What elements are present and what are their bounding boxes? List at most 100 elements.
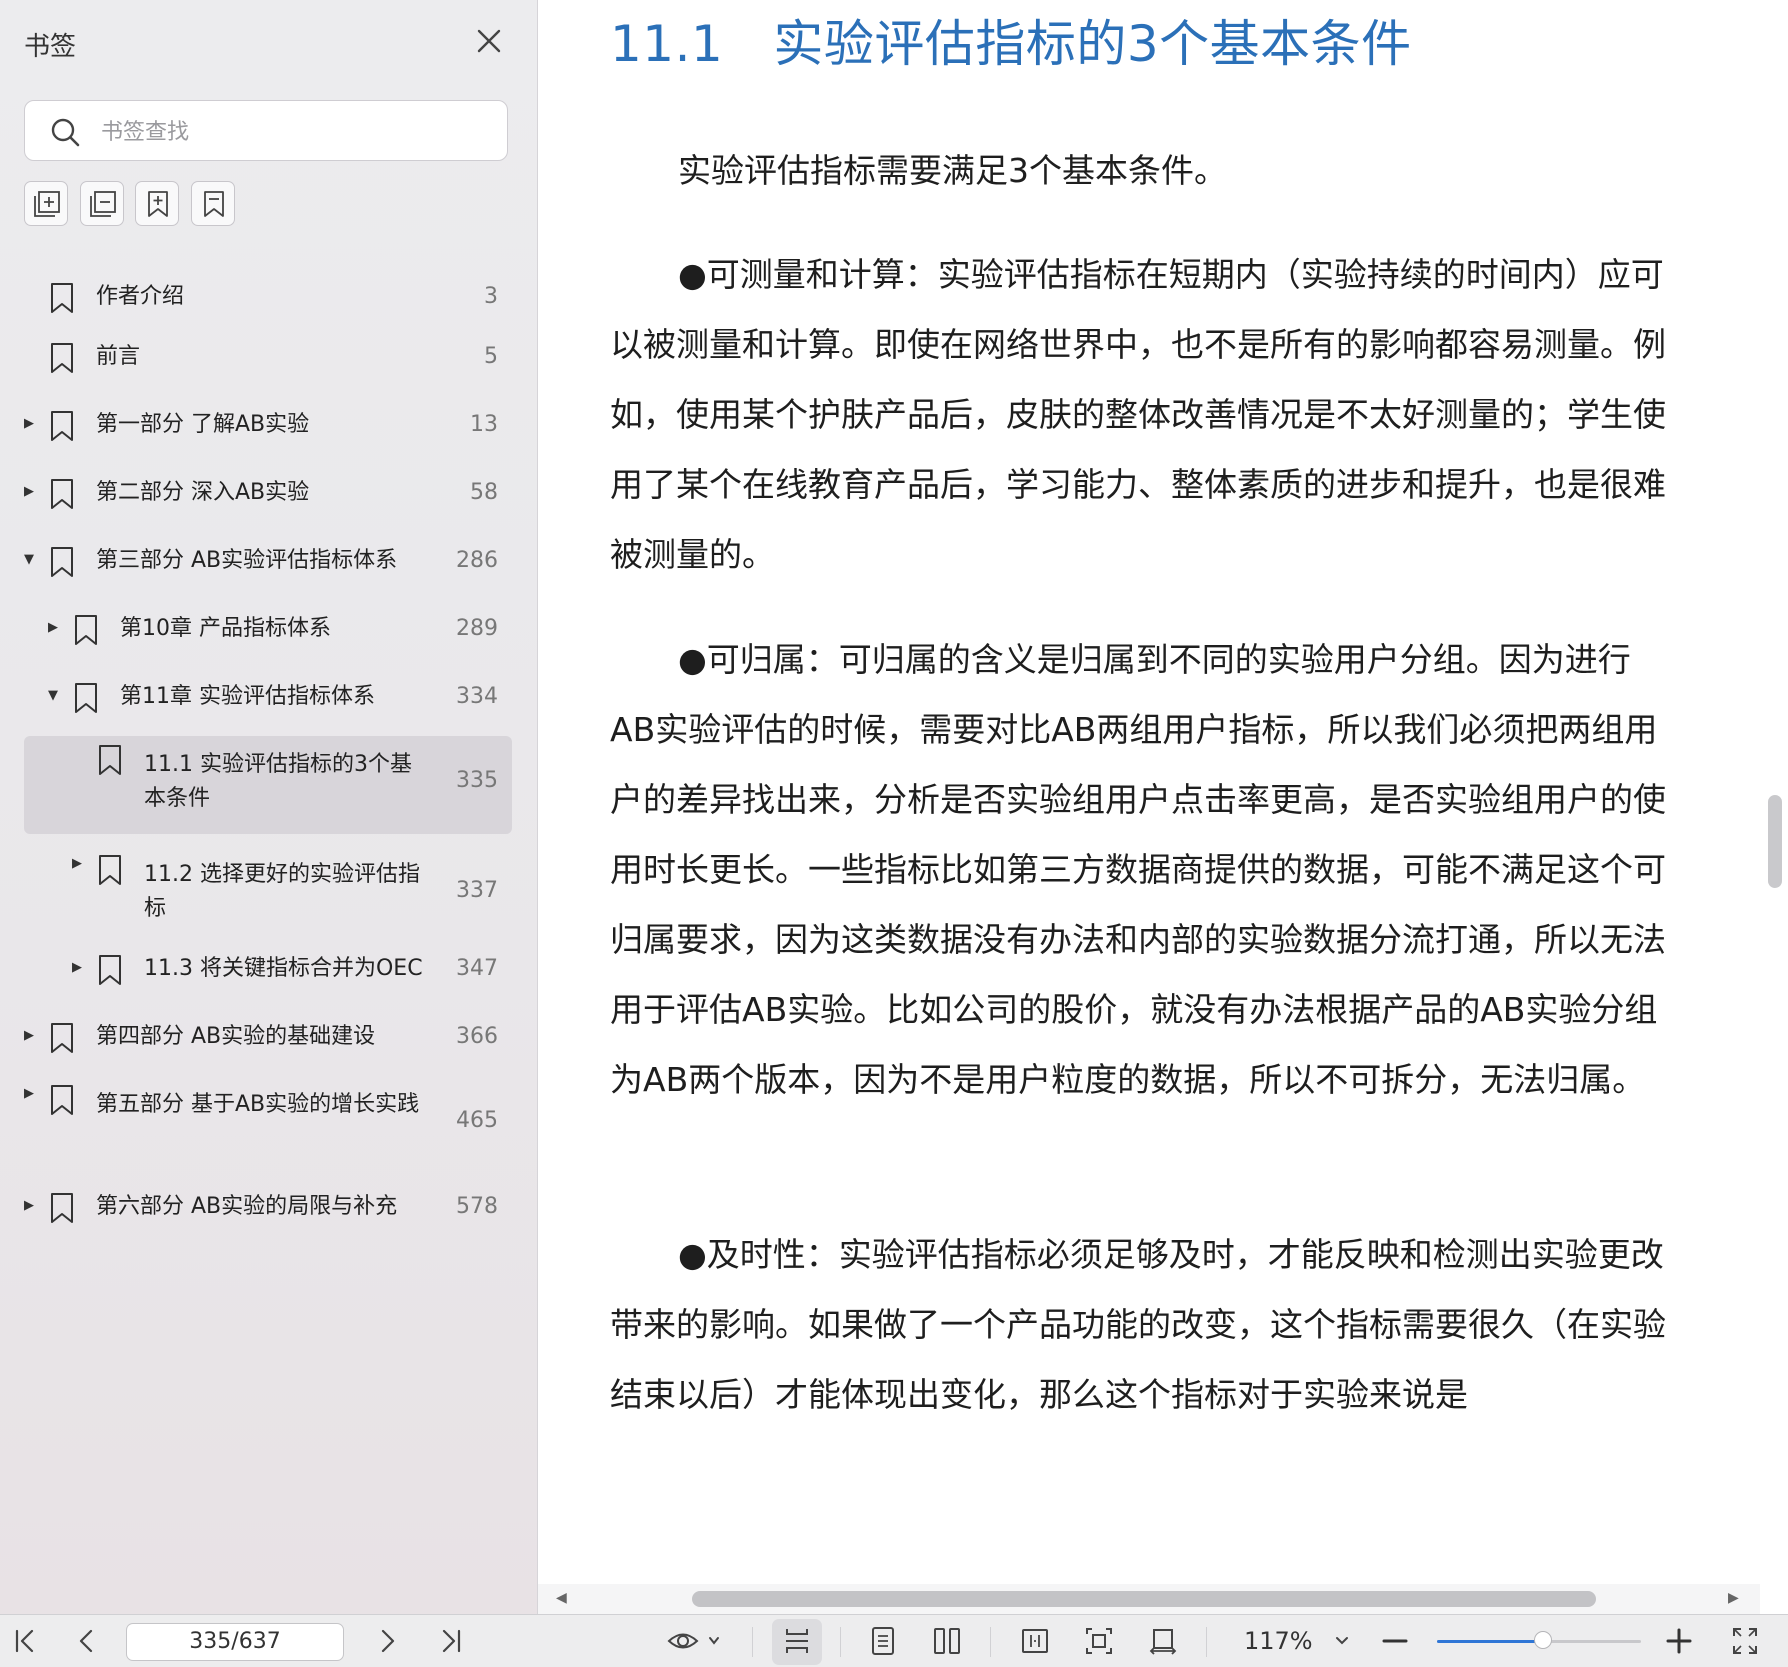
- bookmark-item[interactable]: ▶ 第四部分 AB实验的基础建设 366: [0, 1008, 537, 1068]
- intro-paragraph: 实验评估指标需要满足3个基本条件。: [610, 136, 1670, 206]
- last-page-icon[interactable]: [436, 1625, 466, 1657]
- page-number-field[interactable]: 335/637: [126, 1623, 344, 1661]
- bookmark-item[interactable]: ▶ 11.3 将关键指标合并为OEC 347: [0, 940, 537, 1000]
- search-icon: [51, 118, 80, 147]
- sidebar-title: 书签: [24, 32, 77, 62]
- bookmark-icon: [99, 855, 121, 885]
- scroll-left-arrow-icon[interactable]: ◀: [556, 1590, 567, 1606]
- intro-text: 实验评估指标需要满足3个基本条件。: [678, 151, 1227, 190]
- toolbar-divider: [752, 1627, 753, 1657]
- bookmark-icon: [51, 1085, 73, 1115]
- zoom-in-icon[interactable]: [1664, 1625, 1694, 1657]
- zoom-dropdown-chevron-icon[interactable]: [1330, 1625, 1354, 1657]
- bookmark-label: 第五部分 基于AB实验的增长实践: [96, 1092, 420, 1117]
- bullet-text: ●可测量和计算：实验评估指标在短期内（实验持续的时间内）应可以被测量和计算。即使…: [610, 255, 1666, 574]
- fit-width-icon[interactable]: [1020, 1625, 1050, 1657]
- bullet-text: ●及时性：实验评估指标必须足够及时，才能反映和检测出实验更改带来的影响。如果做了…: [610, 1235, 1666, 1414]
- bookmark-icon: [51, 547, 73, 577]
- bookmark-search-box[interactable]: [24, 100, 508, 161]
- toolbar-divider: [990, 1627, 991, 1657]
- expand-arrow-icon[interactable]: ▶: [22, 1198, 36, 1213]
- expand-arrow-icon[interactable]: ▶: [22, 1028, 36, 1043]
- bookmark-sidebar: 书签 书签查找 作者介绍 3 前言 5 ▶ 第一部分 了解AB实验 13 ▶ 第…: [0, 0, 538, 1614]
- collapse-all-button[interactable]: [80, 181, 124, 226]
- collapse-arrow-icon[interactable]: ▼: [22, 552, 36, 567]
- bookmark-page-number: 366: [456, 1024, 498, 1049]
- bookmark-page-number: 3: [484, 284, 498, 309]
- bullet-paragraph-measurable: ●可测量和计算：实验评估指标在短期内（实验持续的时间内）应可以被测量和计算。即使…: [610, 240, 1670, 590]
- previous-page-icon[interactable]: [72, 1625, 102, 1657]
- bookmark-page-number: 334: [456, 684, 498, 709]
- bookmark-item[interactable]: ▶ 第一部分 了解AB实验 13: [0, 396, 537, 456]
- horizontal-scrollbar-thumb[interactable]: [692, 1591, 1596, 1607]
- expand-arrow-icon[interactable]: ▶: [22, 1086, 36, 1101]
- bookmark-page-number: 289: [456, 616, 498, 641]
- expand-arrow-icon[interactable]: ▶: [22, 484, 36, 499]
- continuous-scroll-icon[interactable]: [782, 1625, 812, 1657]
- single-page-icon[interactable]: [868, 1625, 898, 1657]
- bookmark-icon: [51, 1023, 73, 1053]
- bookmark-item[interactable]: ▶ 第10章 产品指标体系 289: [0, 600, 537, 660]
- bookmark-item[interactable]: ▶ 第二部分 深入AB实验 58: [0, 464, 537, 524]
- bookmark-label: 前言: [96, 344, 141, 369]
- bookmark-icon: [75, 683, 97, 713]
- bookmark-item[interactable]: 前言 5: [0, 328, 537, 388]
- scroll-right-arrow-icon[interactable]: ▶: [1728, 1590, 1739, 1606]
- bookmark-page-number: 337: [456, 878, 498, 903]
- bookmark-label: 11.1 实验评估指标的3个基本条件: [144, 752, 412, 811]
- vertical-scrollbar-thumb[interactable]: [1768, 795, 1782, 888]
- view-mode-eye-icon[interactable]: [666, 1625, 726, 1657]
- bookmark-label: 第11章 实验评估指标体系: [120, 684, 375, 709]
- bookmark-page-icon: [204, 191, 224, 217]
- bookmark-page-number: 578: [456, 1194, 498, 1219]
- bottom-toolbar: 335/637 117%: [0, 1614, 1788, 1667]
- expand-all-icon: [34, 191, 60, 217]
- bookmark-label: 第四部分 AB实验的基础建设: [96, 1024, 376, 1049]
- collapse-all-icon: [90, 191, 116, 217]
- toolbar-divider: [840, 1627, 841, 1657]
- bookmark-label: 第三部分 AB实验评估指标体系: [96, 548, 398, 573]
- fullscreen-icon[interactable]: [1730, 1625, 1760, 1657]
- section-title: 实验评估指标的3个基本条件: [773, 15, 1412, 73]
- bookmark-label: 第10章 产品指标体系: [120, 616, 331, 641]
- bookmark-item[interactable]: 作者介绍 3: [0, 268, 537, 328]
- bookmark-label: 作者介绍: [96, 284, 185, 309]
- bookmark-item[interactable]: ▼ 第三部分 AB实验评估指标体系 286: [0, 532, 537, 592]
- bullet-paragraph-timely: ●及时性：实验评估指标必须足够及时，才能反映和检测出实验更改带来的影响。如果做了…: [610, 1220, 1670, 1570]
- collapse-arrow-icon[interactable]: ▼: [46, 688, 60, 703]
- expand-arrow-icon[interactable]: ▶: [46, 620, 60, 635]
- zoom-level-text[interactable]: 117%: [1244, 1627, 1313, 1655]
- bookmark-label: 第六部分 AB实验的局限与补充: [96, 1194, 398, 1219]
- add-bookmark-button[interactable]: [135, 181, 179, 226]
- next-page-icon[interactable]: [372, 1625, 402, 1657]
- bookmark-icon: [99, 955, 121, 985]
- expand-arrow-icon[interactable]: ▶: [70, 856, 84, 871]
- bookmark-item[interactable]: 11.1 实验评估指标的3个基本条件 335: [24, 736, 512, 834]
- rotate-page-icon[interactable]: [1148, 1625, 1178, 1657]
- bookmark-item[interactable]: ▶ 第六部分 AB实验的局限与补充 578: [0, 1178, 537, 1238]
- bookmark-label: 11.2 选择更好的实验评估指标: [144, 862, 420, 921]
- two-page-icon[interactable]: [932, 1625, 962, 1657]
- bookmark-item[interactable]: ▼ 第11章 实验评估指标体系 334: [0, 668, 537, 728]
- bookmark-item[interactable]: ▶ 11.2 选择更好的实验评估指标 337: [0, 846, 537, 944]
- bookmark-page-number: 286: [456, 548, 498, 573]
- bookmark-page-button[interactable]: [191, 181, 235, 226]
- bookmark-page-number: 58: [470, 480, 498, 505]
- first-page-icon[interactable]: [10, 1625, 40, 1657]
- document-page: 11.1 实验评估指标的3个基本条件 实验评估指标需要满足3个基本条件。 ●可测量…: [538, 0, 1760, 1584]
- bookmark-label: 第二部分 深入AB实验: [96, 480, 310, 505]
- bookmark-item[interactable]: ▶ 第五部分 基于AB实验的增长实践 465: [0, 1076, 537, 1174]
- bookmark-label: 第一部分 了解AB实验: [96, 412, 310, 437]
- fit-page-icon[interactable]: [1084, 1625, 1114, 1657]
- zoom-slider-handle[interactable]: [1534, 1631, 1553, 1649]
- bookmark-page-number: 13: [470, 412, 498, 437]
- bookmark-search-input[interactable]: [99, 111, 493, 153]
- add-bookmark-icon: [148, 191, 168, 217]
- close-icon[interactable]: [474, 26, 504, 56]
- expand-arrow-icon[interactable]: ▶: [70, 960, 84, 975]
- section-number: 11.1: [610, 15, 724, 73]
- expand-arrow-icon[interactable]: ▶: [22, 416, 36, 431]
- bookmark-label: 11.3 将关键指标合并为OEC: [144, 956, 423, 981]
- zoom-out-icon[interactable]: [1380, 1625, 1410, 1657]
- expand-all-button[interactable]: [24, 181, 68, 226]
